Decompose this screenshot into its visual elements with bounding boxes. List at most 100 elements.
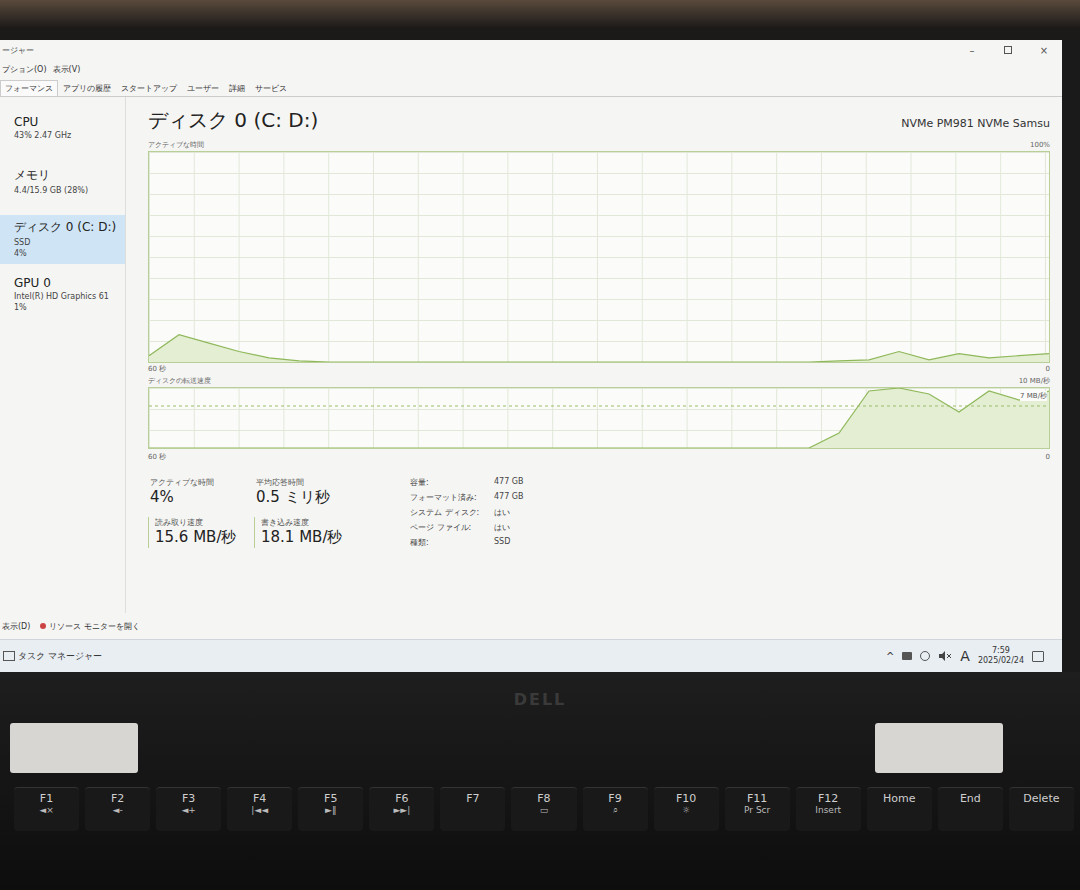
taskbar-app[interactable]: タスク マネージャー [0, 650, 102, 663]
menu-item[interactable]: プション(O) [2, 64, 47, 75]
stat: 平均応答時間 0.5 ミリ秒 [254, 477, 374, 509]
stats: アクティブな時間 4%平均応答時間 0.5 ミリ秒読み取り速度 15.6 MB/… [148, 477, 374, 548]
key[interactable]: F6 ►►| [369, 787, 434, 831]
tab[interactable]: スタートアップ [116, 80, 182, 96]
task-manager-window: ージャー – × プション(O) 表示(V) フォーマンスアプリの履歴スタートアッ… [0, 40, 1062, 639]
tray-chevron[interactable]: ^ [886, 651, 894, 662]
taskbar: タスク マネージャー ^ A 7:59 2025/02/24 [0, 639, 1062, 672]
key[interactable]: Delete [1009, 787, 1074, 831]
menu-item[interactable]: 表示(V) [53, 64, 81, 75]
fewer-details-link[interactable]: 表示(D) [2, 621, 30, 632]
minimize-button[interactable]: – [954, 45, 990, 56]
property-label: フォーマット済み: [410, 492, 490, 503]
key[interactable]: F4 |◄◄ [227, 787, 292, 831]
stat-label: 平均応答時間 [256, 477, 374, 488]
sidebar-item-name: ディスク 0 (C: D:) [14, 219, 121, 236]
stat-label: 読み取り速度 [155, 517, 248, 528]
key-sub-label: ▭ [540, 805, 549, 815]
key-label: F3 [182, 792, 195, 805]
key-label: F5 [324, 792, 337, 805]
chart-min: 0 [1046, 365, 1050, 373]
stat: 読み取り速度 15.6 MB/秒 [148, 517, 248, 549]
key[interactable]: F8 ▭ [511, 787, 576, 831]
key-sub-label: ►‖ [325, 805, 336, 815]
speaker-icon[interactable] [938, 650, 952, 662]
key[interactable]: F10 ☼ [654, 787, 719, 831]
sidebar-item-detail: 43% 2.47 GHz [14, 131, 121, 140]
light-patch [875, 723, 1003, 773]
function-key-row: F1 ◄×F2 ◄-F3 ◄+F4 |◄◄F5 ►‖F6 ►►|F7 F8 ▭F… [0, 787, 1080, 831]
key-sub-label: ◄× [39, 805, 53, 815]
tab[interactable]: 詳細 [224, 80, 250, 96]
property-value: 477 GB [494, 492, 524, 503]
property-label: システム ディスク: [410, 507, 490, 518]
task-manager-icon [3, 651, 15, 661]
key-label: F7 [466, 792, 479, 805]
active-time-area [149, 335, 1049, 362]
tab[interactable]: フォーマンス [0, 80, 58, 96]
screen: ージャー – × プション(O) 表示(V) フォーマンスアプリの履歴スタートアッ… [0, 40, 1062, 672]
sidebar-item[interactable]: GPU 0 Intel(R) HD Graphics 611% [0, 272, 125, 318]
key-label: F10 [676, 792, 696, 805]
date: 2025/02/24 [978, 656, 1024, 666]
stat-label: アクティブな時間 [150, 477, 248, 488]
property-value: 477 GB [494, 477, 524, 488]
active-time-line [149, 335, 1049, 362]
property-value: はい [494, 507, 524, 518]
chart-max: 100% [1030, 141, 1050, 149]
ime-indicator[interactable]: A [960, 648, 970, 664]
key[interactable]: F12 Insert [796, 787, 861, 831]
sidebar-item-name: メモリ [14, 167, 121, 184]
key-sub-label: ☼ [682, 805, 690, 815]
key-label: F11 [747, 792, 767, 805]
sidebar-item-detail: 1% [14, 303, 121, 312]
key[interactable]: F3 ◄+ [156, 787, 221, 831]
chart-label: アクティブな時間 [148, 140, 204, 150]
properties: 容量: 477 GBフォーマット済み: 477 GBシステム ディスク: はいペ… [410, 477, 524, 548]
tab[interactable]: ユーザー [182, 80, 224, 96]
key[interactable]: F1 ◄× [14, 787, 79, 831]
sidebar-item-detail: SSD [14, 238, 121, 247]
key[interactable]: F7 [440, 787, 505, 831]
globe-icon[interactable] [920, 651, 930, 661]
key-label: Delete [1023, 792, 1059, 805]
stat: アクティブな時間 4% [148, 477, 248, 509]
key[interactable]: F2 ◄- [85, 787, 150, 831]
resource-monitor-link[interactable]: リソース モニターを開く [40, 621, 140, 632]
sidebar: CPU 43% 2.47 GHz メモリ 4.4/15.9 GB (28%) ディス… [0, 97, 126, 613]
tab-bar: フォーマンスアプリの履歴スタートアップユーザー詳細サービス [0, 78, 1062, 97]
disk-title: ディスク 0 (C: D:) [148, 107, 318, 134]
tab[interactable]: アプリの履歴 [58, 80, 116, 96]
chart-label: ディスクの転送速度 [148, 376, 211, 386]
chart-max: 10 MB/秒 [1019, 376, 1050, 386]
chart-x-label: 60 秒 [148, 364, 166, 374]
key-sub-label: Insert [815, 805, 841, 815]
key[interactable]: F9 ⌕ [583, 787, 648, 831]
resource-monitor-icon [40, 623, 46, 629]
sidebar-item[interactable]: CPU 43% 2.47 GHz [0, 111, 125, 155]
network-icon[interactable] [902, 652, 912, 660]
maximize-icon [1004, 46, 1012, 54]
key[interactable]: F5 ►‖ [298, 787, 363, 831]
key[interactable]: End [938, 787, 1003, 831]
clock[interactable]: 7:59 2025/02/24 [978, 646, 1024, 665]
notification-icon[interactable] [1032, 651, 1044, 662]
stat-value: 18.1 MB/秒 [261, 528, 374, 547]
transfer-rate-chart: 7 MB/秒 [148, 387, 1050, 449]
sidebar-item[interactable]: メモリ 4.4/15.9 GB (28%) [0, 163, 125, 207]
time: 7:59 [992, 646, 1010, 656]
taskbar-app-label: タスク マネージャー [18, 650, 102, 663]
dell-logo: DELL [514, 690, 567, 709]
key[interactable]: Home [867, 787, 932, 831]
key[interactable]: F11 Pr Scr [725, 787, 790, 831]
sidebar-item-name: GPU 0 [14, 276, 121, 290]
tab[interactable]: サービス [250, 80, 292, 96]
transfer-rate-plot [149, 388, 1049, 448]
transfer-rate-area [149, 388, 1049, 448]
top-bezel [0, 0, 1080, 40]
maximize-button[interactable] [990, 45, 1026, 56]
transfer-rate-line [149, 388, 1049, 448]
title-bar: ージャー – × [0, 40, 1062, 60]
sidebar-item[interactable]: ディスク 0 (C: D:) SSD4% [0, 215, 125, 264]
close-button[interactable]: × [1026, 45, 1062, 56]
